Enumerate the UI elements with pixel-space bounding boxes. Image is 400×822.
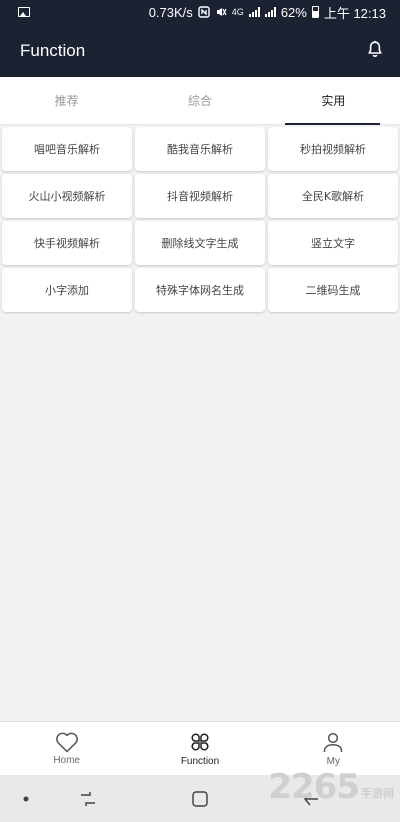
network-type: 4G <box>231 7 244 17</box>
person-icon <box>324 732 343 752</box>
battery-percent: 62% <box>280 4 307 20</box>
status-bar-right: 0.73K/s 4G 62% 上午 12:13 <box>149 3 386 22</box>
watermark: 2265 手游网 <box>268 770 394 804</box>
tab-recommended[interactable]: 推荐 <box>0 77 133 124</box>
function-miaopai-video-parse[interactable]: 秒拍视频解析 <box>268 127 398 171</box>
function-douyin-video-parse[interactable]: 抖音视频解析 <box>135 174 265 218</box>
function-changba-music-parse[interactable]: 唱吧音乐解析 <box>2 127 132 171</box>
tab-general[interactable]: 综合 <box>133 77 266 124</box>
function-special-font-nickname[interactable]: 特殊字体网名生成 <box>135 268 265 312</box>
watermark-number: 2265 <box>268 767 360 807</box>
nfc-icon <box>198 6 210 18</box>
app-bar: Function <box>0 24 400 77</box>
nav-function-label: Function <box>180 756 220 767</box>
notification-bell-icon[interactable] <box>366 40 384 62</box>
watermark-text: 手游网 <box>361 787 394 800</box>
function-small-text[interactable]: 小字添加 <box>2 268 132 312</box>
function-qrcode-generate[interactable]: 二维码生成 <box>268 268 398 312</box>
function-kuaishou-video-parse[interactable]: 快手视频解析 <box>2 221 132 265</box>
function-grid-icon <box>191 733 209 751</box>
page-title: Function <box>20 40 86 60</box>
dot-icon[interactable] <box>14 787 38 811</box>
nav-home-label: Home <box>53 755 80 766</box>
category-tabs: 推荐 综合 实用 <box>0 77 400 125</box>
status-bar: 0.73K/s 4G 62% 上午 12:13 <box>0 0 400 24</box>
function-quanmin-ksong-parse[interactable]: 全民K歌解析 <box>268 174 398 218</box>
heart-icon <box>55 732 78 753</box>
clock: 上午 12:13 <box>323 5 386 21</box>
signal-icon-2 <box>264 7 276 17</box>
nav-home[interactable]: Home <box>0 722 133 775</box>
signal-icon <box>248 7 260 17</box>
mute-icon <box>216 8 227 16</box>
home-button-icon[interactable] <box>188 787 212 811</box>
nav-my-label: My <box>326 756 340 767</box>
recent-apps-icon[interactable] <box>76 787 100 811</box>
network-speed: 0.73K/s <box>148 4 193 20</box>
nav-function[interactable]: Function <box>133 722 266 775</box>
function-huoshan-video-parse[interactable]: 火山小视频解析 <box>2 174 132 218</box>
status-bar-left <box>18 7 149 17</box>
tab-practical[interactable]: 实用 <box>267 77 400 125</box>
image-notification-icon <box>18 7 30 17</box>
battery-icon <box>311 6 319 18</box>
function-grid: 唱吧音乐解析 酷我音乐解析 秒拍视频解析 火山小视频解析 抖音视频解析 全民K歌… <box>2 127 398 312</box>
function-vertical-text[interactable]: 竖立文字 <box>268 221 398 265</box>
function-strikethrough-text[interactable]: 删除线文字生成 <box>135 221 265 265</box>
function-kuwo-music-parse[interactable]: 酷我音乐解析 <box>135 127 265 171</box>
